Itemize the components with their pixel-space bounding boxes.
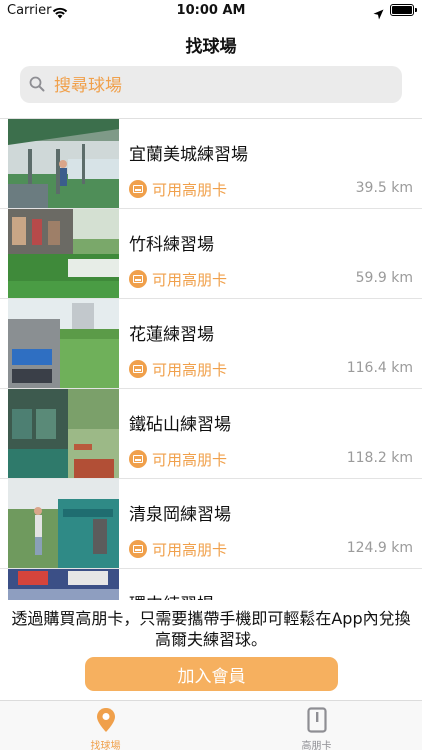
range-row[interactable]: 宜蘭美城練習場 可用高朋卡 39.5 km bbox=[0, 119, 422, 209]
range-row[interactable]: 鐵砧山練習場 可用高朋卡 118.2 km bbox=[0, 389, 422, 479]
range-name: 清泉岡練習場 bbox=[129, 505, 231, 525]
card-available-label: 可用高朋卡 bbox=[152, 181, 228, 199]
card-available-label: 可用高朋卡 bbox=[152, 271, 228, 289]
range-photo bbox=[8, 209, 119, 298]
range-photo bbox=[8, 299, 119, 388]
search-icon bbox=[29, 76, 45, 96]
membership-promo: 透過購買高朋卡，只需要攜帶手機即可輕鬆在App內兌換高爾夫練習球。 加入會員 bbox=[0, 600, 422, 700]
tab-card[interactable]: 高朋卡 bbox=[211, 701, 422, 752]
card-available-label: 可用高朋卡 bbox=[152, 451, 228, 469]
range-name: 竹科練習場 bbox=[129, 235, 214, 255]
clock: 10:00 AM bbox=[176, 3, 246, 18]
location-arrow-icon bbox=[373, 5, 384, 24]
battery-icon bbox=[390, 4, 417, 16]
search-bar[interactable] bbox=[20, 66, 402, 105]
range-row[interactable]: 花蓮練習場 可用高朋卡 116.4 km bbox=[0, 299, 422, 389]
range-row[interactable]: 清泉岡練習場 可用高朋卡 124.9 km bbox=[0, 479, 422, 569]
card-icon bbox=[129, 540, 147, 558]
join-member-button[interactable]: 加入會員 bbox=[85, 657, 338, 691]
range-photo bbox=[8, 479, 119, 568]
range-name: 鐵砧山練習場 bbox=[129, 415, 231, 435]
range-distance: 124.9 km bbox=[346, 540, 413, 556]
card-icon bbox=[306, 707, 327, 737]
card-icon bbox=[129, 450, 147, 468]
status-bar: Carrier 10:00 AM bbox=[0, 0, 422, 22]
range-row[interactable]: 環中練習場 bbox=[0, 569, 422, 600]
range-name: 環中練習場 bbox=[129, 590, 214, 600]
tab-find-range[interactable]: 找球場 bbox=[0, 701, 211, 752]
card-available-label: 可用高朋卡 bbox=[152, 541, 228, 559]
search-input[interactable] bbox=[52, 66, 396, 105]
card-icon bbox=[129, 180, 147, 198]
range-photo bbox=[8, 389, 119, 478]
range-name: 宜蘭美城練習場 bbox=[129, 145, 248, 165]
range-distance: 59.9 km bbox=[355, 270, 413, 286]
card-icon bbox=[129, 360, 147, 378]
range-row[interactable]: 竹科練習場 可用高朋卡 59.9 km bbox=[0, 209, 422, 299]
tab-bar: 找球場 高朋卡 bbox=[0, 700, 422, 752]
range-list[interactable]: 宜蘭美城練習場 可用高朋卡 39.5 km 竹科練習場 可用高朋卡 59.9 k… bbox=[0, 119, 422, 600]
card-icon bbox=[129, 270, 147, 288]
promo-text: 透過購買高朋卡，只需要攜帶手機即可輕鬆在App內兌換高爾夫練習球。 bbox=[11, 609, 411, 649]
range-photo bbox=[8, 569, 119, 600]
range-name: 花蓮練習場 bbox=[129, 325, 214, 345]
location-pin-icon bbox=[96, 707, 116, 737]
page-title: 找球場 bbox=[185, 37, 237, 57]
card-available-label: 可用高朋卡 bbox=[152, 361, 228, 379]
range-distance: 118.2 km bbox=[346, 450, 413, 466]
range-distance: 39.5 km bbox=[355, 180, 413, 196]
range-distance: 116.4 km bbox=[346, 360, 413, 376]
range-photo bbox=[8, 119, 119, 208]
